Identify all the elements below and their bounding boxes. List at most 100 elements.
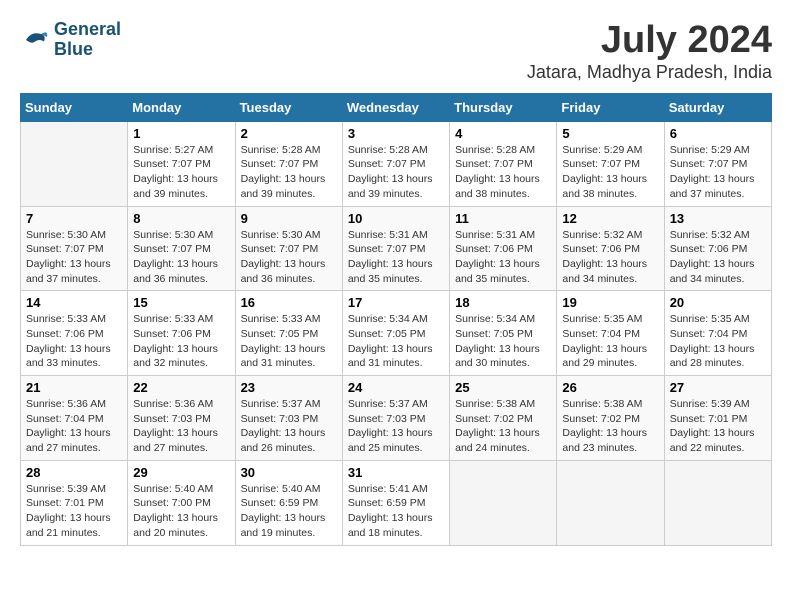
calendar-cell: 24 Sunrise: 5:37 AMSunset: 7:03 PMDaylig…	[342, 376, 449, 461]
week-row-1: 1 Sunrise: 5:27 AMSunset: 7:07 PMDayligh…	[21, 121, 772, 206]
calendar-cell	[664, 460, 771, 545]
day-info: Sunrise: 5:30 AMSunset: 7:07 PMDaylight:…	[133, 228, 229, 287]
day-number: 27	[670, 380, 766, 395]
day-number: 23	[241, 380, 337, 395]
day-number: 16	[241, 295, 337, 310]
day-info: Sunrise: 5:30 AMSunset: 7:07 PMDaylight:…	[26, 228, 122, 287]
day-number: 15	[133, 295, 229, 310]
logo-icon	[20, 25, 50, 55]
weekday-header-thursday: Thursday	[450, 93, 557, 121]
day-number: 12	[562, 211, 658, 226]
day-number: 18	[455, 295, 551, 310]
calendar-cell: 14 Sunrise: 5:33 AMSunset: 7:06 PMDaylig…	[21, 291, 128, 376]
day-number: 2	[241, 126, 337, 141]
day-info: Sunrise: 5:28 AMSunset: 7:07 PMDaylight:…	[455, 143, 551, 202]
day-number: 8	[133, 211, 229, 226]
day-info: Sunrise: 5:29 AMSunset: 7:07 PMDaylight:…	[670, 143, 766, 202]
page-header: General Blue July 2024 Jatara, Madhya Pr…	[20, 20, 772, 83]
calendar-cell: 7 Sunrise: 5:30 AMSunset: 7:07 PMDayligh…	[21, 206, 128, 291]
day-number: 19	[562, 295, 658, 310]
calendar-cell: 23 Sunrise: 5:37 AMSunset: 7:03 PMDaylig…	[235, 376, 342, 461]
day-info: Sunrise: 5:31 AMSunset: 7:07 PMDaylight:…	[348, 228, 444, 287]
day-info: Sunrise: 5:37 AMSunset: 7:03 PMDaylight:…	[348, 397, 444, 456]
week-row-5: 28 Sunrise: 5:39 AMSunset: 7:01 PMDaylig…	[21, 460, 772, 545]
calendar-cell: 25 Sunrise: 5:38 AMSunset: 7:02 PMDaylig…	[450, 376, 557, 461]
calendar-cell: 19 Sunrise: 5:35 AMSunset: 7:04 PMDaylig…	[557, 291, 664, 376]
day-info: Sunrise: 5:39 AMSunset: 7:01 PMDaylight:…	[26, 482, 122, 541]
day-info: Sunrise: 5:35 AMSunset: 7:04 PMDaylight:…	[562, 312, 658, 371]
day-info: Sunrise: 5:38 AMSunset: 7:02 PMDaylight:…	[562, 397, 658, 456]
weekday-header-wednesday: Wednesday	[342, 93, 449, 121]
calendar-cell: 12 Sunrise: 5:32 AMSunset: 7:06 PMDaylig…	[557, 206, 664, 291]
day-number: 21	[26, 380, 122, 395]
weekday-header-row: SundayMondayTuesdayWednesdayThursdayFrid…	[21, 93, 772, 121]
day-number: 24	[348, 380, 444, 395]
calendar-cell: 1 Sunrise: 5:27 AMSunset: 7:07 PMDayligh…	[128, 121, 235, 206]
day-info: Sunrise: 5:40 AMSunset: 6:59 PMDaylight:…	[241, 482, 337, 541]
day-info: Sunrise: 5:33 AMSunset: 7:06 PMDaylight:…	[26, 312, 122, 371]
day-info: Sunrise: 5:39 AMSunset: 7:01 PMDaylight:…	[670, 397, 766, 456]
day-info: Sunrise: 5:32 AMSunset: 7:06 PMDaylight:…	[562, 228, 658, 287]
weekday-header-friday: Friday	[557, 93, 664, 121]
calendar-cell: 6 Sunrise: 5:29 AMSunset: 7:07 PMDayligh…	[664, 121, 771, 206]
day-number: 31	[348, 465, 444, 480]
weekday-header-saturday: Saturday	[664, 93, 771, 121]
day-info: Sunrise: 5:36 AMSunset: 7:04 PMDaylight:…	[26, 397, 122, 456]
calendar-cell: 9 Sunrise: 5:30 AMSunset: 7:07 PMDayligh…	[235, 206, 342, 291]
calendar-cell: 8 Sunrise: 5:30 AMSunset: 7:07 PMDayligh…	[128, 206, 235, 291]
day-info: Sunrise: 5:33 AMSunset: 7:06 PMDaylight:…	[133, 312, 229, 371]
day-info: Sunrise: 5:27 AMSunset: 7:07 PMDaylight:…	[133, 143, 229, 202]
calendar-cell	[21, 121, 128, 206]
day-info: Sunrise: 5:28 AMSunset: 7:07 PMDaylight:…	[241, 143, 337, 202]
day-info: Sunrise: 5:30 AMSunset: 7:07 PMDaylight:…	[241, 228, 337, 287]
day-number: 25	[455, 380, 551, 395]
day-info: Sunrise: 5:34 AMSunset: 7:05 PMDaylight:…	[455, 312, 551, 371]
day-number: 22	[133, 380, 229, 395]
day-number: 9	[241, 211, 337, 226]
calendar-cell: 2 Sunrise: 5:28 AMSunset: 7:07 PMDayligh…	[235, 121, 342, 206]
location-title: Jatara, Madhya Pradesh, India	[527, 62, 772, 83]
calendar-cell: 16 Sunrise: 5:33 AMSunset: 7:05 PMDaylig…	[235, 291, 342, 376]
calendar-cell: 31 Sunrise: 5:41 AMSunset: 6:59 PMDaylig…	[342, 460, 449, 545]
calendar-cell	[450, 460, 557, 545]
calendar-cell: 11 Sunrise: 5:31 AMSunset: 7:06 PMDaylig…	[450, 206, 557, 291]
day-info: Sunrise: 5:29 AMSunset: 7:07 PMDaylight:…	[562, 143, 658, 202]
calendar-cell: 18 Sunrise: 5:34 AMSunset: 7:05 PMDaylig…	[450, 291, 557, 376]
day-number: 29	[133, 465, 229, 480]
logo-line2: Blue	[54, 39, 93, 59]
day-number: 28	[26, 465, 122, 480]
day-info: Sunrise: 5:40 AMSunset: 7:00 PMDaylight:…	[133, 482, 229, 541]
day-number: 14	[26, 295, 122, 310]
logo-line1: General	[54, 19, 121, 39]
day-number: 30	[241, 465, 337, 480]
calendar-cell	[557, 460, 664, 545]
day-info: Sunrise: 5:38 AMSunset: 7:02 PMDaylight:…	[455, 397, 551, 456]
day-number: 4	[455, 126, 551, 141]
day-number: 20	[670, 295, 766, 310]
calendar-cell: 21 Sunrise: 5:36 AMSunset: 7:04 PMDaylig…	[21, 376, 128, 461]
day-info: Sunrise: 5:37 AMSunset: 7:03 PMDaylight:…	[241, 397, 337, 456]
month-title: July 2024	[527, 20, 772, 62]
day-number: 17	[348, 295, 444, 310]
week-row-3: 14 Sunrise: 5:33 AMSunset: 7:06 PMDaylig…	[21, 291, 772, 376]
calendar-cell: 4 Sunrise: 5:28 AMSunset: 7:07 PMDayligh…	[450, 121, 557, 206]
logo: General Blue	[20, 20, 121, 60]
weekday-header-sunday: Sunday	[21, 93, 128, 121]
week-row-4: 21 Sunrise: 5:36 AMSunset: 7:04 PMDaylig…	[21, 376, 772, 461]
day-number: 1	[133, 126, 229, 141]
day-number: 7	[26, 211, 122, 226]
day-number: 11	[455, 211, 551, 226]
day-info: Sunrise: 5:31 AMSunset: 7:06 PMDaylight:…	[455, 228, 551, 287]
day-number: 26	[562, 380, 658, 395]
calendar-cell: 29 Sunrise: 5:40 AMSunset: 7:00 PMDaylig…	[128, 460, 235, 545]
day-number: 3	[348, 126, 444, 141]
calendar-cell: 5 Sunrise: 5:29 AMSunset: 7:07 PMDayligh…	[557, 121, 664, 206]
calendar-cell: 10 Sunrise: 5:31 AMSunset: 7:07 PMDaylig…	[342, 206, 449, 291]
calendar-cell: 15 Sunrise: 5:33 AMSunset: 7:06 PMDaylig…	[128, 291, 235, 376]
calendar-cell: 20 Sunrise: 5:35 AMSunset: 7:04 PMDaylig…	[664, 291, 771, 376]
calendar-cell: 22 Sunrise: 5:36 AMSunset: 7:03 PMDaylig…	[128, 376, 235, 461]
calendar-cell: 17 Sunrise: 5:34 AMSunset: 7:05 PMDaylig…	[342, 291, 449, 376]
day-info: Sunrise: 5:28 AMSunset: 7:07 PMDaylight:…	[348, 143, 444, 202]
weekday-header-monday: Monday	[128, 93, 235, 121]
day-info: Sunrise: 5:36 AMSunset: 7:03 PMDaylight:…	[133, 397, 229, 456]
